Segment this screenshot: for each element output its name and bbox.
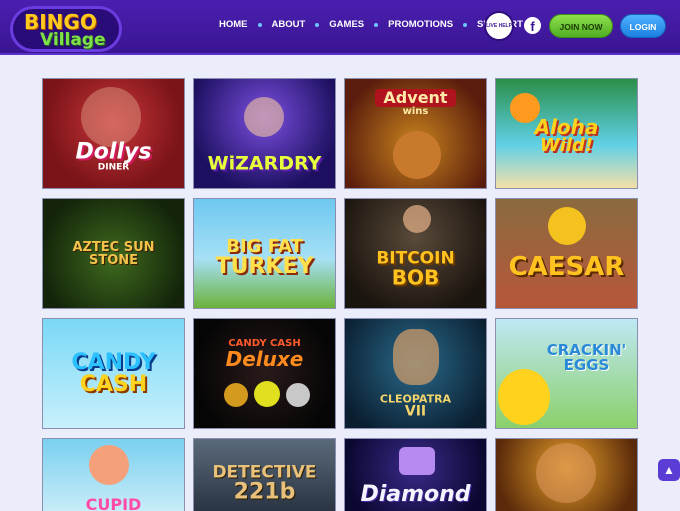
tile-art (254, 381, 280, 407)
tile-art (393, 329, 439, 385)
logo-text-bottom: Village (40, 30, 106, 50)
main-nav: HOME ABOUT GAMES PROMOTIONS SUPPORT (219, 19, 523, 30)
game-tile-bitcoin-bob[interactable]: BITCOIN BOB (344, 198, 487, 309)
game-title-sub: VII (404, 403, 427, 420)
game-title: Diamond (345, 484, 486, 506)
nav-games[interactable]: GAMES (329, 19, 364, 30)
game-title: BIG FAT TURKEY (194, 237, 335, 279)
game-title-main: Dollys (75, 139, 152, 165)
game-title-sub: TURKEY (215, 253, 314, 279)
game-title: Advent wins (345, 88, 486, 117)
tile-art (89, 445, 129, 485)
game-tile-cleopatra-vii[interactable]: CLEOPATRA VII (344, 318, 487, 429)
game-title-sub: BOB (391, 265, 440, 290)
game-title-main: Advent (375, 88, 456, 107)
game-tile-crackin-eggs[interactable]: CRACKIN' EGGS (495, 318, 638, 429)
tile-art (399, 447, 435, 475)
game-title-main: WiZARDRY (207, 152, 322, 175)
nav-separator (315, 22, 320, 27)
game-title-main: CUPID (85, 495, 142, 511)
tile-art (403, 205, 431, 233)
game-title: Aloha Wild! (496, 117, 637, 155)
nav-separator (257, 22, 262, 27)
nav-home[interactable]: HOME (219, 19, 248, 30)
game-title: CRACKIN' EGGS (536, 343, 637, 373)
game-title: CANDY CASH (43, 349, 184, 397)
live-help-label: LIVE HELP (486, 23, 512, 29)
arrow-up-icon: ▲ (663, 463, 675, 477)
game-tile-cupids[interactable]: CUPID (42, 438, 185, 511)
tile-art (498, 369, 550, 425)
game-tile-aztec-sun-stone[interactable]: AZTEC SUN STONE (42, 198, 185, 309)
nav-separator (374, 22, 379, 27)
game-title-sub: Wild! (539, 134, 594, 156)
game-tile-big-fat-turkey[interactable]: BIG FAT TURKEY (193, 198, 336, 309)
game-title-sub: CASH (79, 371, 148, 397)
game-title: CLEOPATRA VII (345, 394, 486, 419)
game-tile-detective-221b[interactable]: DETECTIVE 221b (193, 438, 336, 511)
game-title: WiZARDRY (194, 152, 335, 175)
game-title-sub: DINER (97, 162, 130, 173)
game-title: CAESAR (496, 254, 637, 280)
facebook-icon[interactable]: f (524, 17, 541, 34)
game-tile-candy-cash-deluxe[interactable]: CANDY CASH Deluxe (193, 318, 336, 429)
join-now-button[interactable]: JOIN NOW (549, 14, 613, 38)
game-title-sub: Deluxe (225, 346, 304, 371)
nav-separator (463, 22, 468, 27)
game-title-main: Diamond (360, 482, 471, 508)
tile-art (81, 87, 141, 147)
game-title-main: CANDY (71, 349, 156, 375)
game-tile-dollys-diner[interactable]: Dollys DINER (42, 78, 185, 189)
tile-art (536, 443, 596, 503)
game-tile-caesar[interactable]: CAESAR (495, 198, 638, 309)
game-title-sub: wins (402, 105, 429, 117)
game-tile-aloha-wild[interactable]: Aloha Wild! (495, 78, 638, 189)
game-title-main: CAESAR (508, 251, 625, 282)
nav-promotions[interactable]: PROMOTIONS (388, 19, 453, 30)
tile-art (548, 207, 586, 245)
game-tile-wizardry[interactable]: WiZARDRY (193, 78, 336, 189)
tile-art (244, 97, 284, 137)
scroll-to-top-button[interactable]: ▲ (658, 459, 680, 481)
game-tile-candy-cash[interactable]: CANDY CASH (42, 318, 185, 429)
tile-art (393, 131, 441, 179)
game-title: CUPID (43, 497, 184, 511)
game-tile-diamond[interactable]: Diamond (344, 438, 487, 511)
bingo-village-logo[interactable]: BINGO Village (10, 6, 122, 52)
game-title: DETECTIVE 221b (194, 464, 335, 503)
game-tile-adventure[interactable] (495, 438, 638, 511)
game-title: CANDY CASH Deluxe (194, 338, 335, 371)
game-title: Dollys DINER (43, 139, 184, 173)
game-tile-advent-wins[interactable]: Advent wins (344, 78, 487, 189)
game-title-main: AZTEC SUN STONE (72, 239, 155, 268)
site-header: BINGO Village HOME ABOUT GAMES PROMOTION… (0, 0, 680, 55)
nav-about[interactable]: ABOUT (272, 19, 306, 30)
tile-art (286, 383, 310, 407)
game-title-sub: EGGS (563, 356, 610, 375)
game-title-sub: 221b (233, 479, 296, 505)
game-title-main: Aloha (534, 114, 599, 139)
live-help-button[interactable]: LIVE HELP (484, 11, 514, 41)
game-title: AZTEC SUN STONE (43, 241, 184, 267)
login-button[interactable]: LOGIN (620, 14, 666, 38)
game-title: BITCOIN BOB (345, 250, 486, 290)
tile-art (224, 383, 248, 407)
